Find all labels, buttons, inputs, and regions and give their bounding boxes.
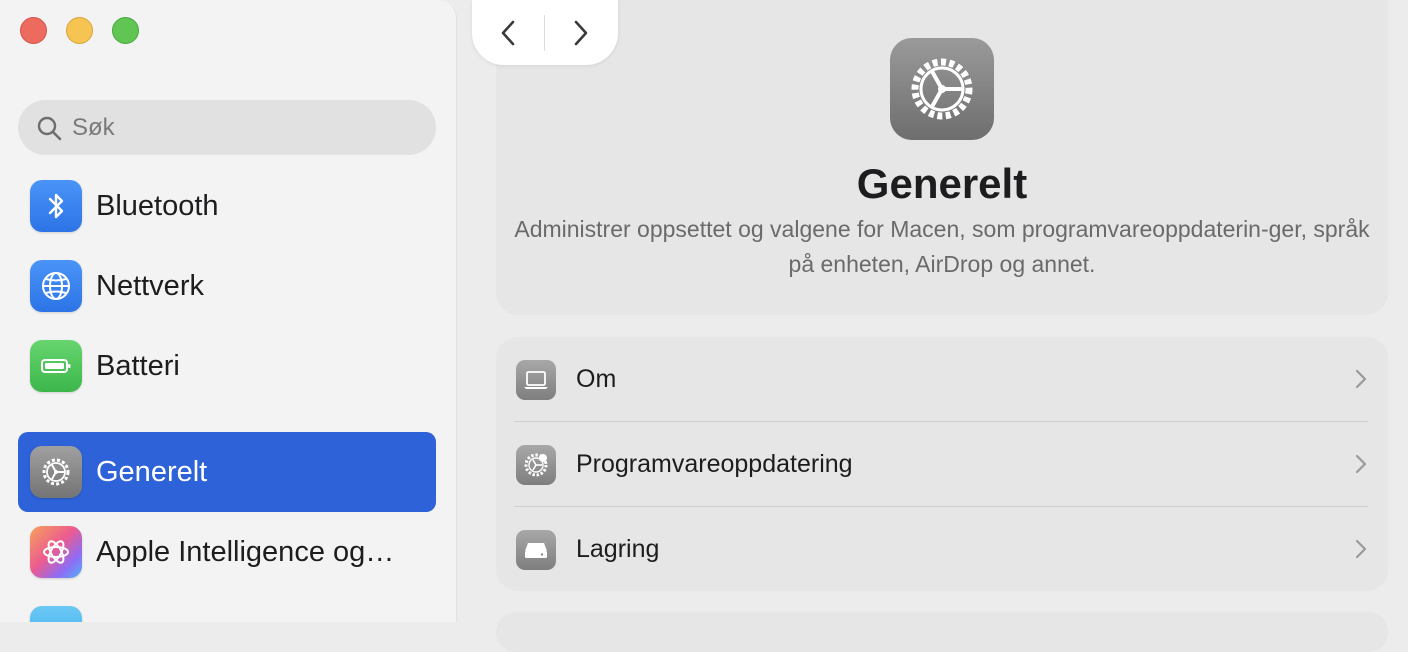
search-field[interactable]: Søk (18, 100, 436, 155)
software-update-gear-icon (516, 444, 556, 485)
search-placeholder: Søk (72, 113, 115, 141)
row-label: Om (576, 365, 617, 393)
sidebar-item-battery[interactable]: Batteri (18, 326, 436, 406)
page-title: Generelt (856, 160, 1028, 207)
search-icon (37, 116, 62, 140)
chevron-right-icon (1355, 454, 1367, 474)
forward-button[interactable] (545, 0, 617, 65)
bluetooth-icon (30, 180, 82, 232)
zoom-window-button[interactable] (112, 17, 139, 44)
chevron-right-icon (1355, 539, 1367, 559)
navigation-controls (472, 0, 618, 65)
settings-list-next (496, 612, 1388, 652)
sidebar-item-label: Nettverk (96, 269, 204, 302)
row-label: Lagring (576, 535, 660, 563)
sidebar-item-label: Batteri (96, 349, 180, 382)
gear-icon (30, 446, 82, 498)
row-software-update[interactable]: Programvareoppdatering (496, 422, 1388, 507)
chevron-right-icon (1355, 369, 1367, 389)
sidebar-item-general[interactable]: Generelt (18, 432, 436, 512)
sidebar-item-partial[interactable] (18, 592, 436, 622)
partial-app-icon (30, 606, 82, 622)
general-header-card: Generelt Administrer oppsettet og valgen… (496, 0, 1388, 315)
sidebar-item-label: Apple Intelligence og… (96, 535, 395, 568)
chevron-left-icon (501, 20, 515, 45)
battery-icon (30, 340, 82, 392)
row-storage[interactable]: Lagring (496, 507, 1388, 591)
back-button[interactable] (472, 0, 544, 65)
sidebar-item-apple-intelligence[interactable]: Apple Intelligence og… (18, 512, 436, 592)
storage-drive-icon (516, 529, 556, 570)
sidebar-item-bluetooth[interactable]: Bluetooth (18, 166, 436, 246)
close-window-button[interactable] (20, 17, 47, 44)
sidebar-item-label: Generelt (96, 455, 208, 488)
settings-list: Om Programvareoppdatering Lagring (496, 337, 1388, 591)
row-label: Programvareoppdatering (576, 450, 853, 478)
row-about[interactable]: Om (496, 337, 1388, 422)
globe-icon (30, 260, 82, 312)
apple-intelligence-icon (30, 526, 82, 578)
gear-icon (890, 38, 994, 140)
page-description: Administrer oppsettet og valgene for Mac… (514, 216, 1370, 277)
sidebar: Søk Bluetooth Nettverk Batteri Generelt … (0, 0, 457, 622)
sidebar-item-label: Bluetooth (96, 189, 219, 222)
sidebar-item-network[interactable]: Nettverk (18, 246, 436, 326)
laptop-icon (516, 359, 556, 400)
chevron-right-icon (574, 20, 588, 45)
minimize-window-button[interactable] (66, 17, 93, 44)
